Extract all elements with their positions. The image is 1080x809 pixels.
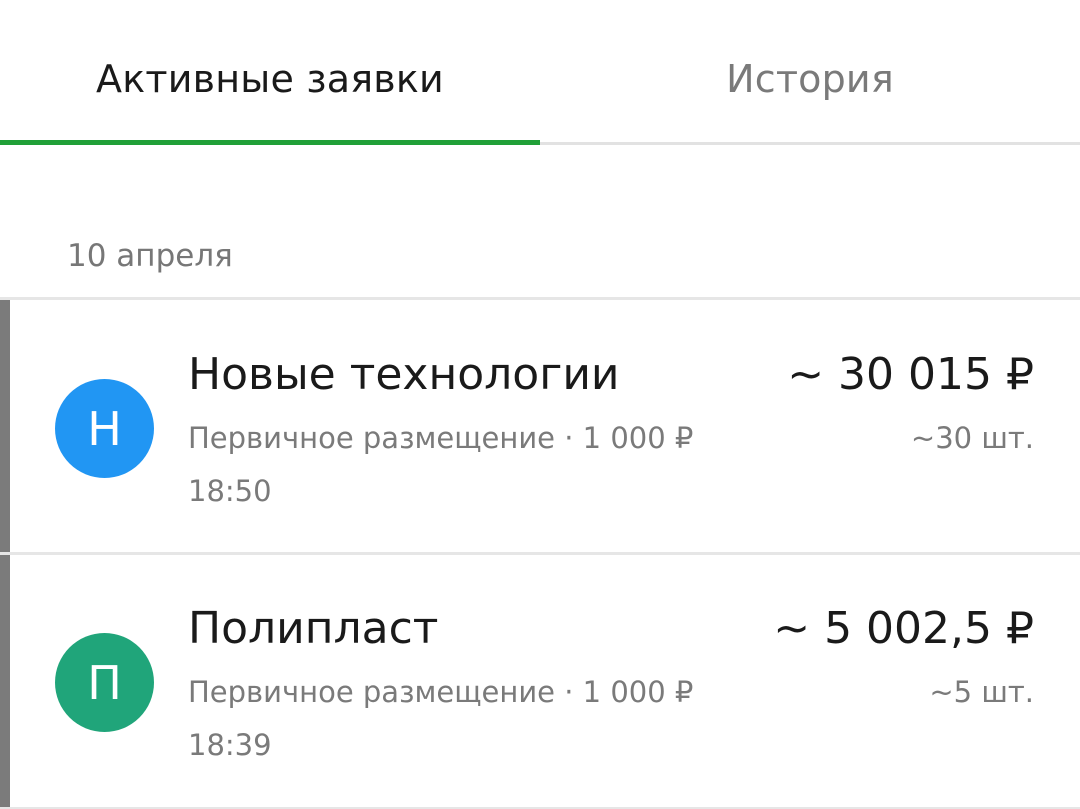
order-description: Первичное размещение · 1 000 ₽ — [188, 675, 694, 709]
order-time: 18:39 — [188, 728, 272, 762]
order-time: 18:50 — [188, 474, 272, 508]
active-tab-indicator — [0, 140, 540, 145]
company-avatar: П — [55, 633, 154, 732]
tab-active-orders[interactable]: Активные заявки — [0, 0, 540, 145]
avatar-letter: Н — [87, 401, 122, 456]
order-amount: ~ 5 002,5 ₽ — [773, 603, 1034, 654]
order-quantity: ~30 шт. — [910, 421, 1034, 455]
company-name: Новые технологии — [188, 349, 620, 400]
company-name: Полипласт — [188, 603, 439, 654]
order-status-bar — [0, 555, 10, 807]
order-amount: ~ 30 015 ₽ — [787, 349, 1034, 400]
avatar-letter: П — [87, 655, 122, 710]
order-item[interactable]: П Полипласт Первичное размещение · 1 000… — [0, 555, 1080, 809]
orders-screen: Активные заявки История 10 апреля Н Новы… — [0, 0, 1080, 809]
tab-label: История — [726, 57, 894, 101]
order-status-bar — [0, 300, 10, 552]
tab-bar: Активные заявки История — [0, 0, 1080, 145]
order-quantity: ~5 шт. — [929, 675, 1034, 709]
company-avatar: Н — [55, 379, 154, 478]
order-item[interactable]: Н Новые технологии Первичное размещение … — [0, 300, 1080, 555]
order-description: Первичное размещение · 1 000 ₽ — [188, 421, 694, 455]
tab-divider — [540, 142, 1080, 145]
tab-history[interactable]: История — [540, 0, 1080, 145]
date-header: 10 апреля — [67, 238, 233, 274]
tab-label: Активные заявки — [96, 57, 444, 101]
